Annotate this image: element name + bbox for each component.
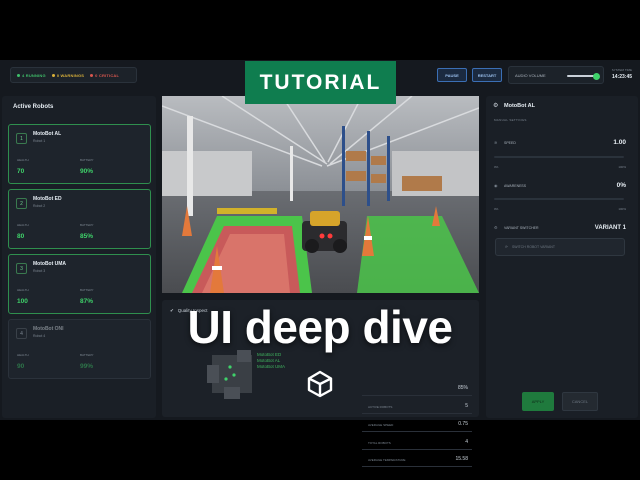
battery-value: 99% xyxy=(80,363,94,370)
speed-label: SPEED xyxy=(504,141,516,145)
health-value: 70 xyxy=(17,168,25,175)
speed-min: 0% xyxy=(494,165,499,169)
status-critical-text: 0 CRITICAL xyxy=(95,72,120,78)
stat-key: TOTAL ROBOTS xyxy=(368,441,391,445)
robot-name: MotoBot UMA xyxy=(33,261,67,267)
awareness-min: 0% xyxy=(494,207,499,211)
stat-value: 85% xyxy=(457,385,468,391)
stat-row-total-robots: TOTAL ROBOTS 4 xyxy=(362,436,472,450)
stat-row-average-temperature: AVERAGE TEMPERATURE 15.58 xyxy=(362,453,472,467)
status-critical: 0 CRITICAL xyxy=(90,73,119,78)
apply-button[interactable]: APPLY xyxy=(522,392,554,411)
health-value: 80 xyxy=(17,233,25,240)
robot-subtitle: Robot 2 xyxy=(33,204,46,208)
headline-title: UI deep dive xyxy=(187,301,453,353)
robot-number-badge: 1 xyxy=(16,133,27,144)
active-robots-panel: Active Robots 1 MotoBot AL Robot 1 HEALT… xyxy=(2,96,156,418)
stat-value: 0.75 xyxy=(458,421,468,427)
warehouse-scene xyxy=(162,96,479,293)
switch-variant-label: SWITCH ROBOT VARIANT xyxy=(511,245,555,249)
cancel-button[interactable]: CANCEL xyxy=(562,392,598,411)
switch-variant-button[interactable]: ⟳ SWITCH ROBOT VARIANT xyxy=(495,238,625,256)
status-warnings: 0 WARNINGS xyxy=(51,72,85,78)
letterbox-bottom xyxy=(0,420,640,480)
pause-button[interactable]: PAUSE xyxy=(437,68,467,82)
manual-settings-heading: MANUAL SETTINGS xyxy=(494,118,527,122)
refresh-icon: ⟳ xyxy=(505,245,508,249)
restart-button[interactable]: RESTART xyxy=(472,68,502,82)
variant-switcher-label: VARIANT SWITCHER xyxy=(504,226,539,230)
robot-subtitle: Robot 1 xyxy=(33,139,46,143)
unity-logo-icon xyxy=(307,370,333,398)
stat-value: 5 xyxy=(465,403,468,409)
speed-value: 1.00 xyxy=(613,139,626,146)
health-label: HEALTH xyxy=(17,158,29,162)
awareness-max: 100% xyxy=(618,207,626,211)
robot-number-badge: 3 xyxy=(16,263,27,274)
speed-max: 100% xyxy=(618,165,626,169)
health-value: 90 xyxy=(17,363,25,370)
status-warnings-text: 0 WARNINGS xyxy=(56,72,85,78)
awareness-slider[interactable] xyxy=(494,198,624,200)
health-label: HEALTH xyxy=(17,223,29,227)
audio-volume-knob[interactable] xyxy=(593,72,600,80)
robot-number-badge: 2 xyxy=(16,198,27,209)
battery-value: 90% xyxy=(80,168,94,175)
health-label: HEALTH xyxy=(17,288,29,292)
gear-icon: ⚙ xyxy=(493,103,499,109)
minimap-labels: MotoBot ED MotoBot AL MotoBot UMA xyxy=(257,352,285,370)
minimap-label: MotoBot UMA xyxy=(257,364,286,369)
robot-name: MotoBot ED xyxy=(33,196,62,202)
active-robots-title: Active Robots xyxy=(13,104,54,110)
battery-label: BATTERY xyxy=(80,288,94,292)
system-time-value: 14:23:45 xyxy=(611,74,632,80)
robot-settings-panel: ⚙ MotoBot AL MANUAL SETTINGS ≋ SPEED 1.0… xyxy=(486,96,638,418)
awareness-value: 0% xyxy=(616,182,626,189)
stat-row-efficiency: 85% xyxy=(362,382,472,396)
battery-label: BATTERY xyxy=(80,223,94,227)
robot-card-2[interactable]: 2 MotoBot ED Robot 2 HEALTH BATTERY 80 8… xyxy=(8,189,151,249)
letterbox-top xyxy=(0,0,640,60)
running-dot-icon xyxy=(17,73,20,77)
tutorial-banner: TUTORIAL xyxy=(245,61,396,104)
battery-label: BATTERY xyxy=(80,158,94,162)
battery-value: 85% xyxy=(80,233,94,240)
status-summary: 4 RUNNING 0 WARNINGS 0 CRITICAL xyxy=(10,67,137,83)
status-running: 4 RUNNING xyxy=(17,73,46,78)
audio-volume-control: AUDIO VOLUME xyxy=(508,66,604,84)
speed-slider[interactable] xyxy=(494,156,624,158)
status-running-text: 4 RUNNING xyxy=(22,72,46,78)
variant-icon: ⚙ xyxy=(494,225,498,230)
critical-dot-icon xyxy=(90,73,94,77)
stat-key: AVERAGE TEMPERATURE xyxy=(368,458,406,462)
stat-value: 4 xyxy=(465,439,468,445)
variant-value: VARIANT 1 xyxy=(594,225,626,231)
camera-viewport[interactable] xyxy=(162,96,479,293)
speed-icon: ≋ xyxy=(494,140,498,145)
stat-key: ACTIVE ROBOTS xyxy=(368,405,393,409)
robot-dashboard: 4 RUNNING 0 WARNINGS 0 CRITICAL PAUSE RE… xyxy=(0,60,640,467)
stat-key: AVERAGE SPEED xyxy=(368,423,394,427)
selected-robot-title: MotoBot AL xyxy=(504,103,535,109)
awareness-icon: ◉ xyxy=(494,183,498,188)
stat-value: 15.58 xyxy=(455,456,468,462)
warning-dot-icon xyxy=(51,73,55,77)
stat-row-active-robots: ACTIVE ROBOTS 5 xyxy=(362,400,472,414)
system-time-label: SYSTEM TIME xyxy=(611,68,632,72)
stat-row-average-speed: AVERAGE SPEED 0.75 xyxy=(362,418,472,432)
robot-subtitle: Robot 3 xyxy=(33,269,46,273)
robot-name: MotoBot AL xyxy=(33,131,62,137)
awareness-label: AWARENESS xyxy=(504,184,527,188)
audio-volume-label: AUDIO VOLUME xyxy=(515,72,546,78)
robot-card-1[interactable]: 1 MotoBot AL Robot 1 HEALTH BATTERY 70 9… xyxy=(8,124,151,184)
